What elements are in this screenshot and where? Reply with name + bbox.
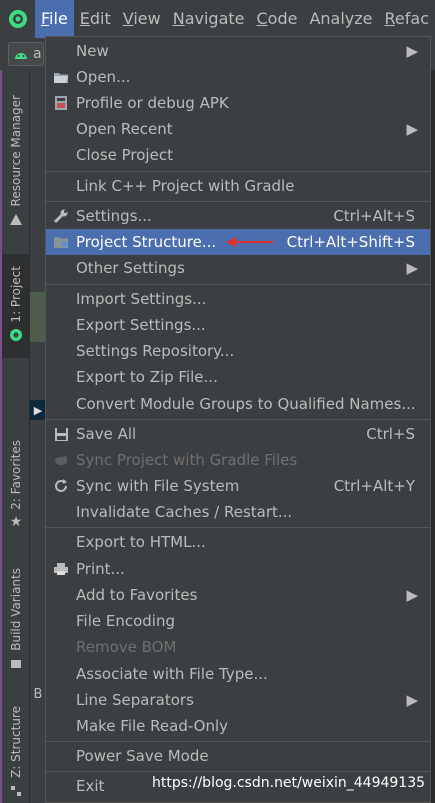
menu-item-export-html[interactable]: Export to HTML... [46,529,430,555]
build-variants-icon [10,655,22,674]
submenu-arrow-icon: ▶ [406,42,418,60]
menu-item-project-structure[interactable]: Project Structure... Ctrl+Alt+Shift+S [46,229,430,255]
wrench-icon [46,203,76,229]
resource-manager-tab[interactable]: Resource Manager [2,95,30,231]
project-structure-icon [46,229,76,255]
menu-view[interactable]: View [117,0,167,38]
menu-item-profile-debug-apk[interactable]: Profile or debug APK [46,90,430,116]
structure-icon [10,782,22,801]
menu-item-add-to-favorites[interactable]: Add to Favorites ▶ [46,582,430,608]
menu-item-export-zip[interactable]: Export to Zip File... [46,364,430,390]
menu-separator [46,201,430,202]
menu-separator [46,771,430,772]
menu-item-export-settings[interactable]: Export Settings... [46,312,430,338]
gradle-sync-icon [46,447,76,473]
menu-refactor[interactable]: Refac [379,0,435,38]
menu-separator [46,171,430,172]
menu-edit[interactable]: Edit [74,0,117,38]
left-tool-strip: Resource Manager 1: Project 2: Favorites… [0,70,30,803]
menu-item-remove-bom[interactable]: Remove BOM [46,634,430,660]
menu-item-power-save-mode[interactable]: Power Save Mode [46,743,430,769]
folder-icon [46,64,76,90]
apk-icon [46,90,76,116]
android-icon [13,45,29,64]
menu-separator [46,284,430,285]
menu-item-other-settings[interactable]: Other Settings ▶ [46,255,430,281]
favorites-tab[interactable]: 2: Favorites ★ [2,440,30,530]
bottom-tab[interactable]: B [30,680,46,708]
menu-item-save-all[interactable]: Save All Ctrl+S [46,421,430,447]
menu-item-new[interactable]: New ▶ [46,38,430,64]
star-icon: ★ [9,513,23,530]
menu-item-settings[interactable]: Settings... Ctrl+Alt+S [46,203,430,229]
menu-item-associate-file-type[interactable]: Associate with File Type... [46,661,430,687]
file-menu-dropdown: New ▶ Open... Profile or debug APK Open … [45,36,431,803]
submenu-arrow-icon: ▶ [406,586,418,604]
watermark-text: https://blog.csdn.net/weixin_44949135 [152,775,426,791]
submenu-arrow-icon: ▶ [406,691,418,709]
menu-item-import-settings[interactable]: Import Settings... [46,286,430,312]
menu-item-sync-file-system[interactable]: Sync with File System Ctrl+Alt+Y [46,473,430,499]
refresh-icon [46,473,76,499]
menu-separator [46,527,430,528]
android-studio-logo-icon [0,0,35,38]
menu-separator [46,419,430,420]
menu-item-line-separators[interactable]: Line Separators ▶ [46,687,430,713]
project-tab[interactable]: 1: Project [2,254,30,358]
android-head-icon [9,327,23,346]
build-variants-tab[interactable]: Build Variants [2,568,30,674]
structure-tab[interactable]: Z: Structure [2,706,30,801]
menu-item-link-cpp-project[interactable]: Link C++ Project with Gradle [46,173,430,199]
run-config-selector[interactable]: a [8,42,44,66]
menu-item-open[interactable]: Open... [46,64,430,90]
menu-item-settings-repository[interactable]: Settings Repository... [46,338,430,364]
menu-item-file-encoding[interactable]: File Encoding [46,608,430,634]
menu-item-close-project[interactable]: Close Project [46,142,430,168]
menu-code[interactable]: Code [251,0,304,38]
menu-item-make-read-only[interactable]: Make File Read-Only [46,713,430,739]
resource-manager-icon [9,212,23,231]
menu-file[interactable]: File [35,0,74,38]
menu-item-open-recent[interactable]: Open Recent ▶ [46,116,430,142]
save-icon [46,421,76,447]
expand-arrow-icon[interactable]: ▶ [30,400,46,420]
menu-analyze[interactable]: Analyze [303,0,378,38]
red-arrow-annotation [216,236,287,248]
submenu-arrow-icon: ▶ [406,120,418,138]
run-config-label: a [33,46,42,62]
menu-separator [46,741,430,742]
menu-item-convert-module-groups[interactable]: Convert Module Groups to Qualified Names… [46,391,430,417]
menu-navigate[interactable]: Navigate [167,0,251,38]
print-icon [46,556,76,582]
submenu-arrow-icon: ▶ [406,259,418,277]
menu-item-print[interactable]: Print... [46,556,430,582]
menu-item-invalidate-caches[interactable]: Invalidate Caches / Restart... [46,499,430,525]
menu-item-sync-gradle[interactable]: Sync Project with Gradle Files [46,447,430,473]
menu-bar: File Edit View Navigate Code Analyze Ref… [0,0,435,38]
